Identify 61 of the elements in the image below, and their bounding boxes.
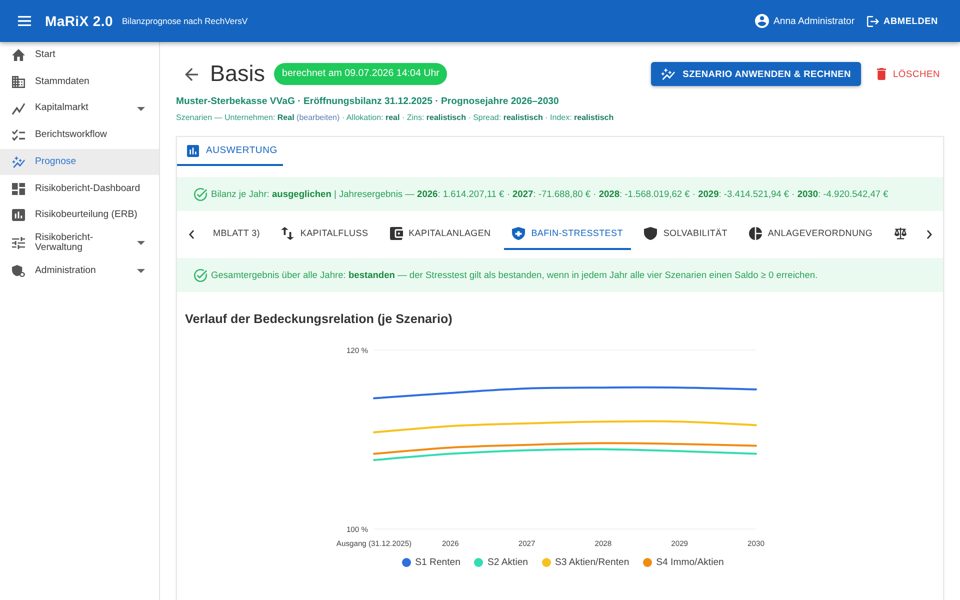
bar-chart-icon (187, 144, 199, 156)
status-badge: berechnet am 09.07.2026 14:04 Uhr (274, 63, 448, 85)
logout-button[interactable]: ABMELDEN (866, 16, 938, 26)
sliders-icon (12, 237, 25, 250)
tab[interactable]: AUSWERTUNG (177, 137, 284, 166)
nav-item[interactable]: Kapitalmarkt (0, 95, 159, 122)
tab[interactable]: SOLVABILITÄT (636, 218, 736, 250)
trash-icon (876, 68, 886, 80)
nav-item[interactable]: Berichtsworkflow (0, 122, 159, 149)
alert-text: Gesamtergebnis über alle Jahre: bestanden — der Stresstest gilt als bestanden, wenn in jedem Jahr alle vier Szenarien einen Saldo ≥ 0 erreichen. (211, 270, 818, 280)
sparkle-chart-icon (660, 68, 675, 80)
scale-icon (894, 226, 907, 240)
shield-plus-icon (512, 226, 526, 240)
sparkle-chart-icon (12, 156, 25, 168)
tab[interactable]: KAPITALFLUSS (273, 218, 376, 250)
caret-down-icon (137, 269, 145, 274)
app-title: MaRiX 2.0 (45, 13, 113, 29)
tab[interactable]: ANLAGEVERORDNUNG (740, 218, 881, 250)
building-icon (12, 76, 25, 88)
nav-item[interactable]: Administration (0, 258, 159, 284)
legend-label: S3 Aktien/Renten (555, 557, 630, 568)
tab[interactable]: BAFIN-STRESSTEST (504, 218, 631, 250)
caret-down-icon (137, 241, 145, 246)
apply-scenario-button[interactable]: SZENARIO ANWENDEN & RECHNEN (650, 62, 861, 86)
alert-text: Bilanz je Jahr: ausgeglichen | Jahresergebnis — 2026: 1.614.207,11 € · 2027: -71.688,80 € · 2028: -1.568.019,62 € · 2029: -3.414.521,94 € · 2030: -4.920.542,47 € (211, 189, 888, 199)
legend-label: S4 Immo/Aktien (656, 557, 724, 568)
nav-item[interactable]: Risikobeurteilung (ERB) (0, 202, 159, 229)
scenario-summary: Szenarien — Unternehmen: Real (bearbeiten) · Allokation: real · Zins: realistisch · Spread: realistisch · Index: realistisch (176, 112, 615, 124)
nav-item[interactable]: Risikobericht-Dashboard (0, 175, 159, 202)
page-subtitle: Muster-Sterbekasse VVaG · Eröffnungsbilanz 31.12.2025 · Prognosejahre 2026–2030 (176, 95, 560, 109)
chevron-left-icon[interactable] (188, 230, 194, 238)
menu-icon[interactable] (18, 16, 31, 26)
page-title: Basis (210, 61, 266, 87)
up-down-arrows-icon (281, 226, 294, 240)
tab[interactable]: MBLATT 3) (205, 218, 268, 250)
pie-chart-icon (748, 226, 762, 240)
wallet-icon (390, 226, 403, 240)
dashboard-icon (12, 182, 25, 195)
nav-item[interactable]: Start (0, 42, 159, 69)
legend-label: S1 Renten (415, 557, 460, 568)
delete-button[interactable]: LÖSCHEN (870, 68, 944, 80)
account-icon (755, 14, 770, 28)
chart-title: Verlauf der Bedeckungsrelation (je Szenario) (185, 312, 454, 326)
legend-label: S2 Aktien (487, 557, 528, 568)
app-subtitle: Bilanzprognose nach RechVersV (122, 16, 248, 26)
nav-item[interactable]: Risikobericht-Verwaltung (0, 228, 159, 258)
chevron-right-icon[interactable] (926, 230, 932, 238)
user-name: Anna Administrator (773, 16, 855, 26)
shield-icon (644, 226, 658, 240)
logout-icon (866, 16, 879, 26)
nav-item[interactable]: Stammdaten (0, 68, 159, 96)
shield-gear-icon (12, 265, 25, 278)
caret-down-icon (137, 106, 145, 111)
nav-item[interactable]: Prognose (0, 148, 159, 176)
home-icon (12, 49, 25, 62)
tab[interactable]: KAPITALANLAGEN (382, 218, 499, 250)
checklist-icon (12, 129, 25, 142)
edit-link[interactable]: (bearbeiten) (296, 113, 340, 122)
back-arrow-icon[interactable] (185, 68, 198, 80)
trend-line-icon (12, 102, 25, 115)
bar-chart-icon (12, 209, 25, 222)
